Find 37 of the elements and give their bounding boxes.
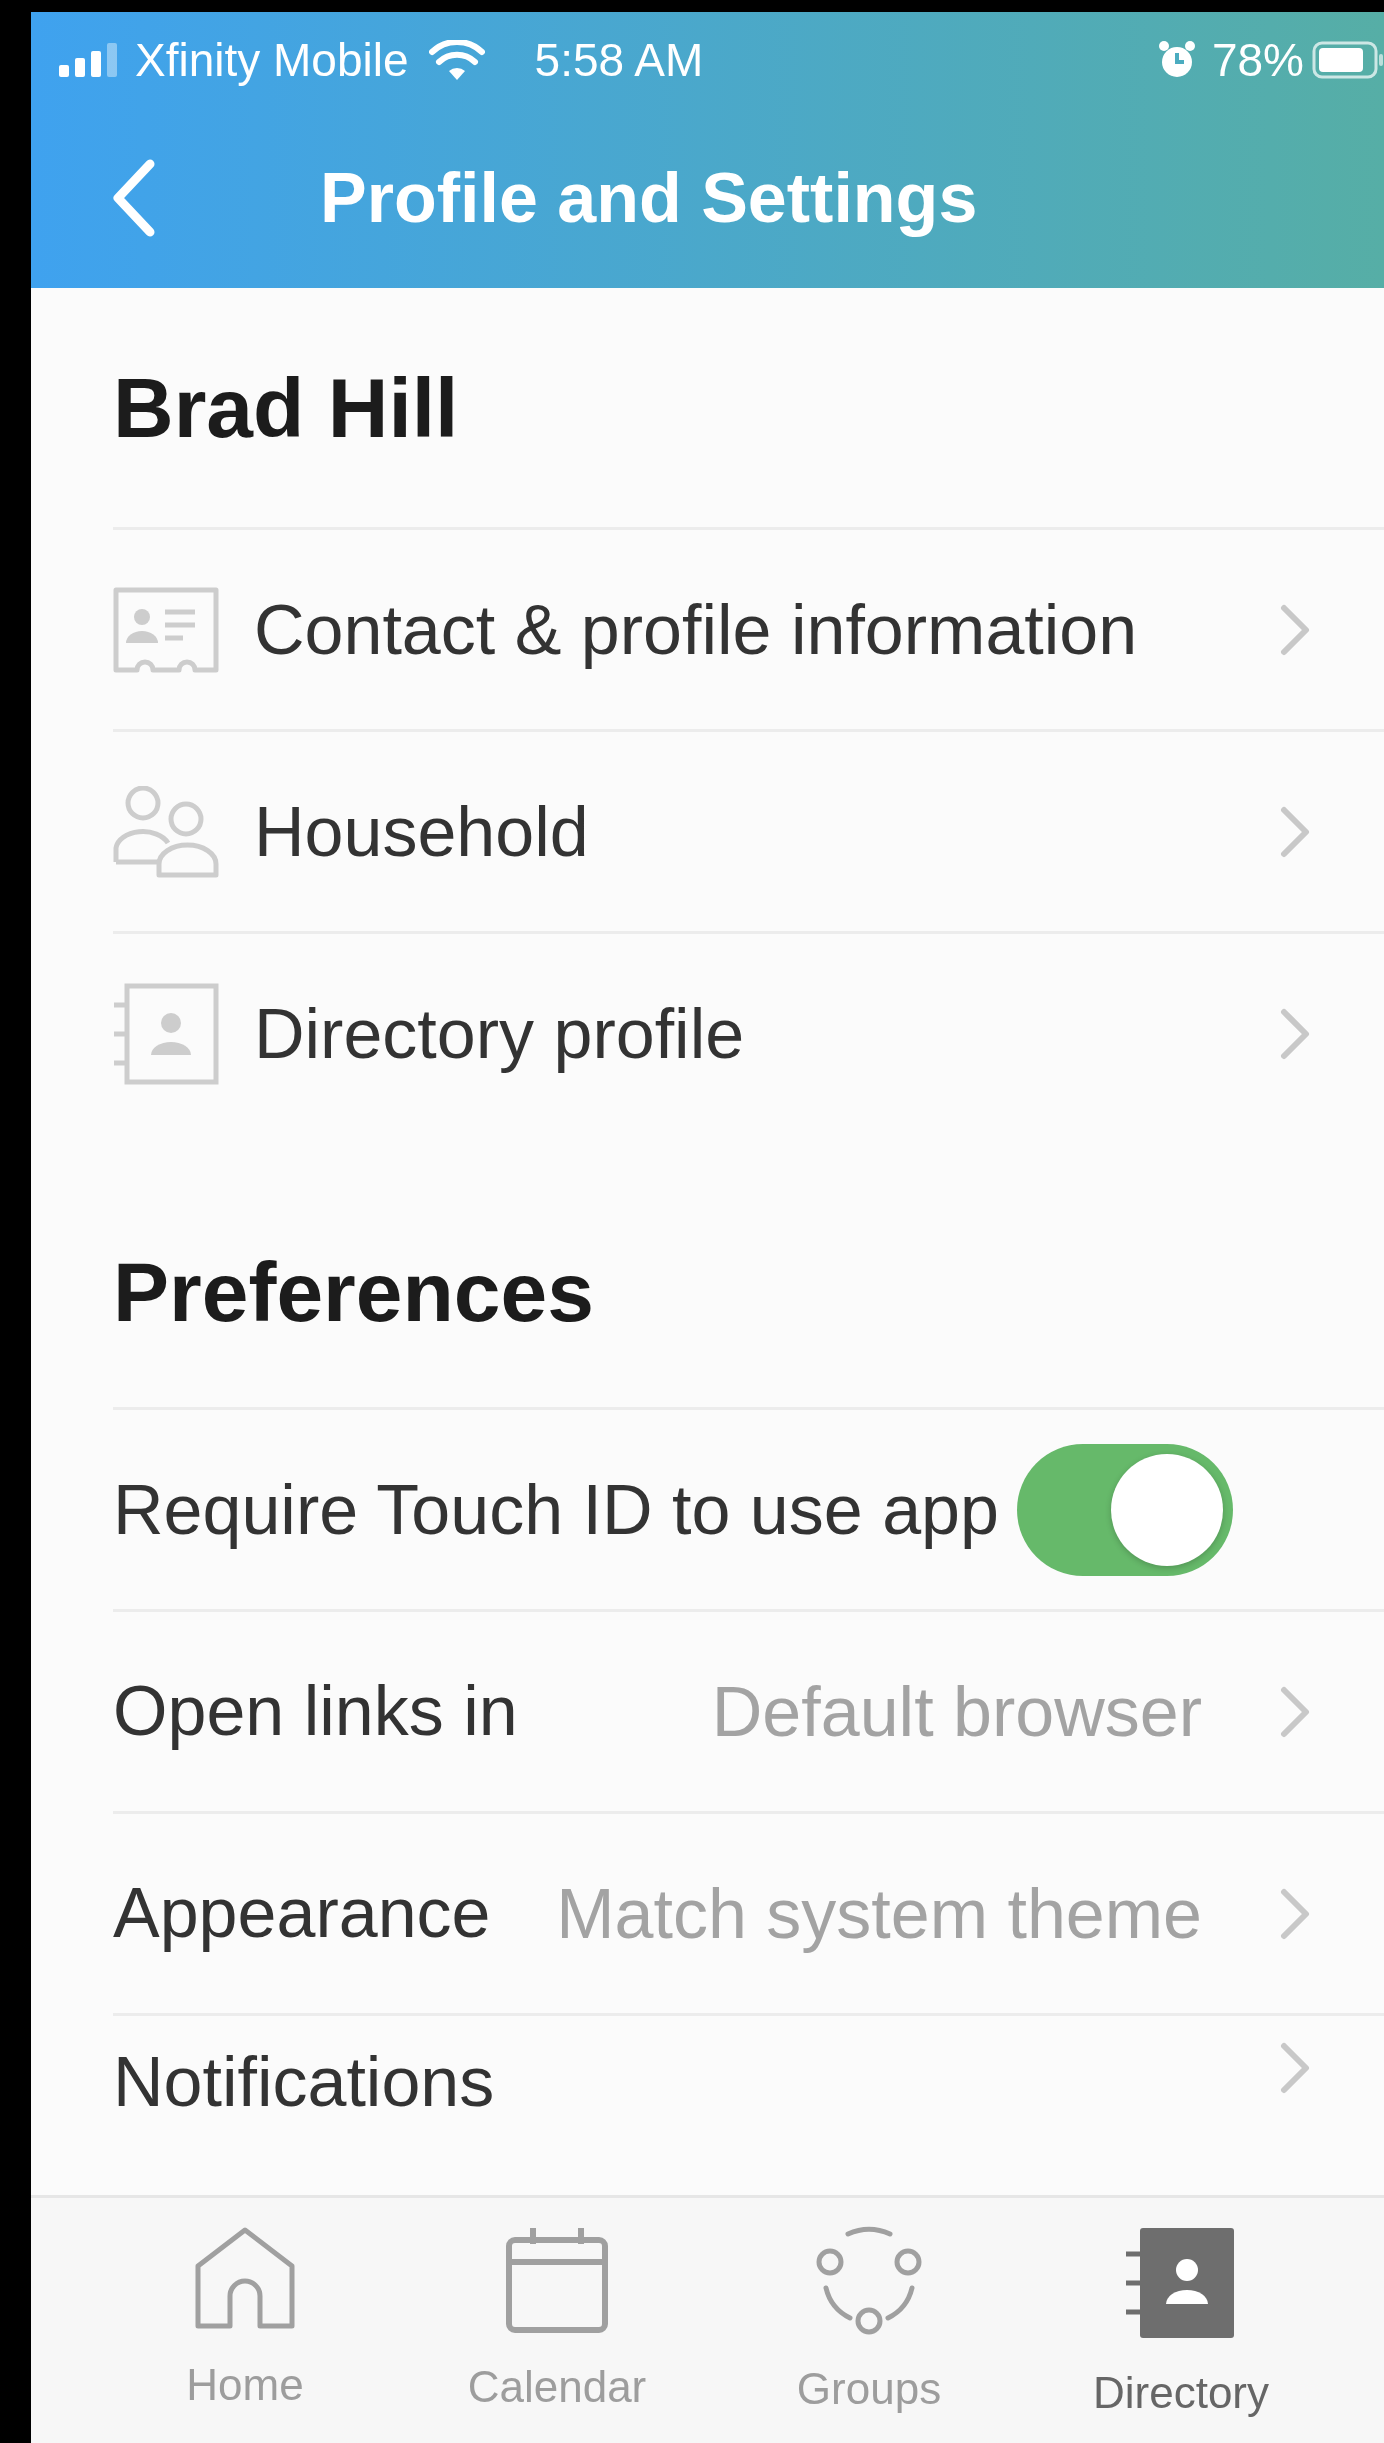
battery-icon	[1312, 40, 1384, 79]
address-book-icon	[113, 982, 219, 1085]
row-value: Default browser	[710, 1671, 1202, 1752]
calendar-icon	[505, 2226, 609, 2334]
contact-card-icon	[113, 586, 219, 673]
row-label: Require Touch ID to use app	[113, 1469, 999, 1550]
wifi-icon	[428, 39, 485, 80]
alarm-icon	[1157, 39, 1196, 80]
settings-row[interactable]: Require Touch ID to use app	[113, 1407, 1384, 1609]
profile-name: Brad Hill	[113, 360, 460, 457]
address-book-icon	[1126, 2226, 1236, 2340]
chevron-right-icon	[1280, 2042, 1310, 2094]
settings-row[interactable]: Directory profile	[113, 931, 1384, 1133]
row-label: Appearance	[113, 1872, 491, 1954]
chevron-right-icon	[1280, 805, 1310, 858]
page-title: Profile and Settings	[320, 157, 978, 238]
chevron-right-icon	[1280, 603, 1310, 656]
groups-icon	[814, 2226, 924, 2336]
chevron-right-icon	[1280, 1887, 1310, 1940]
carrier-name: Xfinity Mobile	[135, 32, 409, 87]
row-label: Household	[254, 791, 589, 872]
row-label: Contact & profile information	[254, 589, 1138, 670]
chevron-right-icon	[1280, 1685, 1310, 1738]
settings-row[interactable]: Open links in Default browser	[113, 1609, 1384, 1811]
settings-row[interactable]: Appearance Match system theme	[113, 1811, 1384, 2013]
row-label: Directory profile	[254, 993, 745, 1074]
section-heading: Preferences	[113, 1244, 595, 1341]
chevron-right-icon	[1280, 1007, 1310, 1060]
tab-button[interactable]: Directory	[1025, 2198, 1337, 2443]
people-icon	[113, 785, 219, 878]
row-label: Notifications	[113, 2042, 495, 2122]
settings-row[interactable]: Household	[113, 729, 1384, 931]
row-label: Open links in	[113, 1670, 518, 1752]
row-value: Match system theme	[555, 1873, 1202, 1954]
settings-row[interactable]: Contact & profile information	[113, 527, 1384, 729]
battery-percent: 78%	[1211, 32, 1304, 87]
clock-time: 5:58 AM	[534, 32, 704, 87]
